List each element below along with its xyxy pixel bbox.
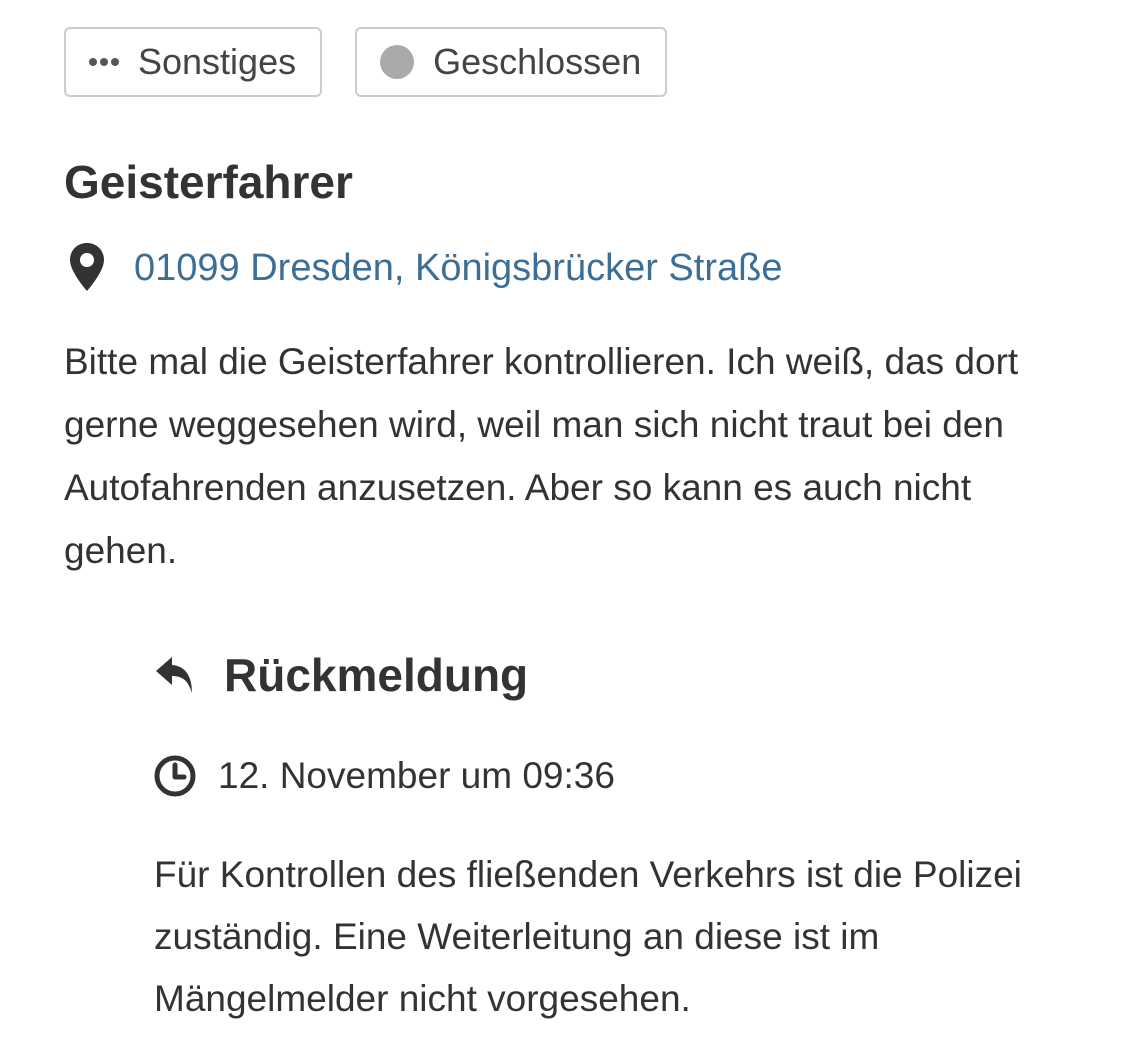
feedback-date: 12. November um 09:36: [218, 755, 615, 796]
status-tag-label: Geschlossen: [433, 41, 642, 82]
category-tag-label: Sonstiges: [138, 41, 297, 82]
map-pin-icon: [68, 242, 106, 294]
address-link[interactable]: 01099 Dresden, Königsbrücker Straße: [134, 238, 782, 298]
report-description: Bitte mal die Geisterfahrer kontrolliere…: [64, 341, 1019, 571]
clock-icon: [154, 755, 196, 797]
feedback-date-row: 12. November um 09:36: [154, 746, 1074, 806]
tag-list: Sonstiges Geschlossen: [64, 27, 668, 97]
report-title: Geisterfahrer: [64, 156, 353, 208]
address-row: 01099 Dresden, Königsbrücker Straße: [68, 238, 782, 298]
feedback-header: Rückmeldung: [154, 640, 1074, 710]
category-tag[interactable]: Sonstiges: [64, 27, 323, 97]
more-dots-icon: [88, 57, 120, 67]
status-dot-icon: [379, 44, 415, 80]
feedback-heading: Rückmeldung: [224, 649, 529, 701]
feedback-text: Für Kontrollen des fließenden Verkehrs i…: [154, 854, 1022, 1019]
reply-icon: [154, 653, 198, 697]
status-tag[interactable]: Geschlossen: [355, 27, 668, 97]
feedback-section: Rückmeldung 12. November um 09:36 Für Ko…: [154, 640, 1074, 1030]
